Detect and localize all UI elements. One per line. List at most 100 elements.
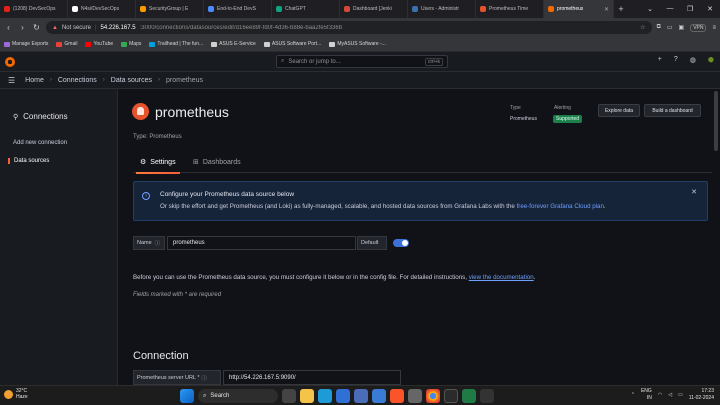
app-icon[interactable] [480,389,494,403]
taskbar-search[interactable]: ⌕ Search [198,389,278,403]
add-icon[interactable]: + [658,56,662,64]
maximize-button[interactable]: ❐ [680,5,700,13]
tab-title: Dashboard [Jenki [353,6,392,12]
news-icon[interactable]: ◍ [690,56,696,64]
reload-icon[interactable]: ↻ [32,23,41,32]
build-dashboard-button[interactable]: Build a dashboard [644,104,701,117]
bookmarks-bar: Manage Exports Gmail YouTube Maps Trailhead … [0,37,720,52]
bookmark-item[interactable]: Manage Exports [4,41,48,47]
close-window-button[interactable]: ✕ [700,5,720,13]
vpn-button[interactable]: VPN [690,23,707,32]
bookmark-item[interactable]: Trailhead | The fun... [149,41,203,47]
tab-favicon-icon [276,6,282,12]
apps-icon: ⊞ [193,159,199,166]
tab-settings[interactable]: ⚙ Settings [136,158,180,174]
menu-toggle-icon[interactable]: ☰ [8,76,15,85]
task-view-icon[interactable] [282,389,296,403]
default-toggle[interactable] [393,239,409,247]
server-url-input[interactable]: http://54.226.167.5:9090/ [223,370,401,385]
scrollbar[interactable] [712,89,720,385]
sidebar-item-data-sources[interactable]: Data sources [8,158,49,164]
bookmark-item[interactable]: ASUS E-Service [211,41,256,47]
alert-body: Or skip the effort and get Prometheus (a… [160,203,606,210]
browser-tab[interactable]: (1208) DevSecOps [0,0,68,18]
brave-icon[interactable] [390,389,404,403]
clock-time[interactable]: 17:23 [689,388,714,395]
browser-tab[interactable]: N4si/DevSecOps [68,0,136,18]
sidebar-item-add-new-connection[interactable]: Add new connection [8,140,67,146]
bookmark-item[interactable]: MyASUS Software -... [329,41,386,47]
bookmark-icon [121,41,128,47]
avatar[interactable]: ⬢ [708,56,714,64]
intro-text: Before you can use the Prometheus data s… [133,274,535,281]
breadcrumb-current: prometheus [166,76,203,84]
taskbar-search-label: Search [210,393,230,399]
forward-icon[interactable]: › [18,23,27,32]
terminal-icon[interactable] [444,389,458,403]
battery-icon[interactable]: ▭ [678,392,683,398]
breadcrumb-connections[interactable]: Connections [58,77,97,84]
store-icon[interactable] [372,389,386,403]
bookmark-item[interactable]: ASUS Software Port... [263,41,322,47]
scrollbar-thumb[interactable] [714,91,718,151]
bookmark-star-icon[interactable]: ☆ [640,24,645,31]
alert-body-text: Or skip the effort and get Prometheus (a… [160,203,517,210]
close-icon[interactable]: ✕ [691,188,697,196]
name-input[interactable]: prometheus [167,236,356,250]
bookmark-item[interactable]: Maps [121,41,141,47]
windows-start-icon[interactable] [180,389,194,403]
minimize-button[interactable]: — [660,5,680,13]
browser-tab[interactable]: End-to-End DevS [204,0,272,18]
bookmark-item[interactable]: Gmail [56,41,77,47]
settings-icon[interactable] [408,389,422,403]
browser-tab[interactable]: Dashboard [Jenki [340,0,408,18]
photos-icon[interactable] [336,389,350,403]
weather-widget[interactable]: 32°C Haze [4,388,28,400]
required-note: Fields marked with * are required [133,292,222,298]
tab-search-icon[interactable]: ⌄ [640,5,660,13]
status-badge: Supported [553,115,583,123]
browser-tab[interactable]: Prometheus Time [476,0,544,18]
explore-data-button[interactable]: Explore data [598,104,640,117]
language-label[interactable]: ENG [641,388,652,395]
close-tab-icon[interactable]: ✕ [604,6,609,13]
info-icon[interactable]: ⓘ [155,239,161,247]
tab-favicon-icon [412,6,418,12]
browser-tab[interactable]: ChatGPT [272,0,340,18]
help-icon[interactable]: ? [674,56,678,64]
bookmark-label: Trailhead | The fun... [157,41,204,47]
datasource-tabs: ⚙ Settings ⊞ Dashboards [133,152,712,174]
window-controls: ⌄ — ❐ ✕ [640,5,720,13]
extensions-icon[interactable]: ⧉ [657,24,661,31]
sidebar-icon[interactable]: ▭ [667,24,673,31]
active-tab-underline [136,172,180,174]
excel-icon[interactable] [462,389,476,403]
breadcrumb-home[interactable]: Home [25,77,44,84]
chrome-icon[interactable] [426,389,440,403]
menu-icon[interactable]: ≡ [712,25,716,31]
browser-tab[interactable]: SecurityGroup | E [136,0,204,18]
grafana-cloud-link[interactable]: free-forever Grafana Cloud plan [517,203,604,210]
wallet-icon[interactable]: ▣ [679,24,685,31]
bookmark-item[interactable]: YouTube [85,41,113,47]
browser-tab[interactable]: Users - Administr [408,0,476,18]
tab-dashboards[interactable]: ⊞ Dashboards [193,158,241,167]
chevron-up-icon[interactable]: ⌃ [631,392,635,398]
url-bar[interactable]: ▲ Not secure | 54.226.167.5:3000/connect… [46,21,652,34]
search-placeholder: Search or jump to... [288,58,341,65]
volume-icon[interactable]: ◁ [668,392,672,398]
wifi-icon[interactable]: ◠ [658,392,662,398]
bookmark-label: ASUS Software Port... [271,41,322,47]
search-input[interactable]: ⌕ Search or jump to... ctrl+k [276,55,448,68]
documentation-link[interactable]: view the documentation [469,274,534,281]
tab-title: ChatGPT [285,6,306,12]
info-icon[interactable]: ⓘ [201,374,207,382]
file-explorer-icon[interactable] [300,389,314,403]
browser-tab[interactable]: prometheus ✕ [544,0,614,18]
grafana-logo-icon[interactable] [5,56,15,67]
new-tab-button[interactable]: + [614,4,628,14]
edge-icon[interactable] [318,389,332,403]
breadcrumb-data-sources[interactable]: Data sources [111,77,152,84]
app-icon[interactable] [354,389,368,403]
back-icon[interactable]: ‹ [4,23,13,32]
